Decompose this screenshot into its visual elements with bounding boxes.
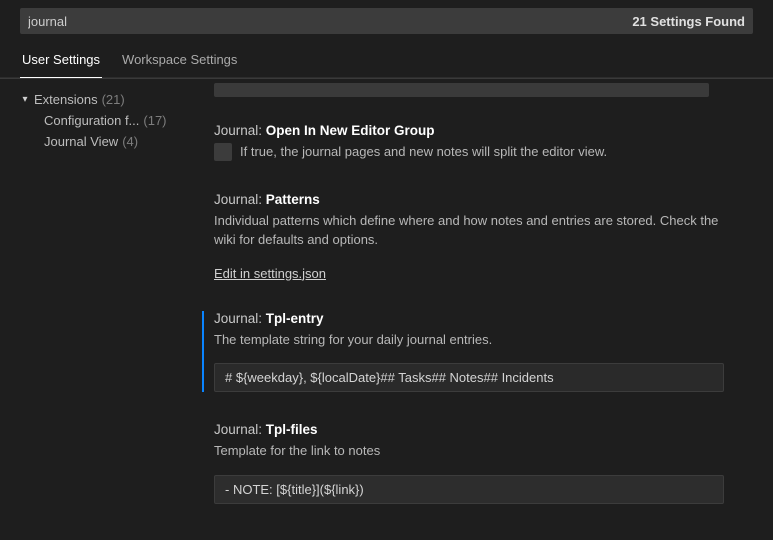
partial-setting-stub — [214, 83, 709, 97]
settings-editor: 21 Settings Found User Settings Workspac… — [0, 8, 773, 529]
setting-description: The template string for your daily journ… — [214, 330, 743, 350]
setting-scope: Journal: — [214, 192, 262, 207]
setting-tpl-entry: Journal: Tpl-entry The template string f… — [202, 311, 743, 393]
tree-item-count: (4) — [122, 134, 138, 149]
tab-workspace-settings[interactable]: Workspace Settings — [120, 44, 239, 77]
settings-tabs: User Settings Workspace Settings — [0, 44, 773, 78]
tree-item-configuration[interactable]: Configuration f... (17) — [20, 110, 194, 131]
setting-title: Journal: Tpl-files — [214, 422, 743, 437]
setting-text-input[interactable] — [214, 363, 724, 392]
tab-user-settings[interactable]: User Settings — [20, 44, 102, 77]
setting-open-in-new-group: Journal: Open In New Editor Group If tru… — [210, 123, 743, 162]
setting-scope: Journal: — [214, 422, 262, 437]
setting-name: Tpl-entry — [266, 311, 324, 326]
tree-item-journal-view[interactable]: Journal View (4) — [20, 131, 194, 152]
chevron-down-icon: ▾ — [20, 94, 30, 105]
setting-title: Journal: Patterns — [214, 192, 743, 207]
setting-patterns: Journal: Patterns Individual patterns wh… — [210, 192, 743, 281]
setting-title: Journal: Tpl-entry — [214, 311, 743, 326]
settings-tree: ▾ Extensions (21) Configuration f... (17… — [0, 79, 200, 529]
setting-name: Patterns — [266, 192, 320, 207]
tree-item-label: Extensions — [34, 92, 98, 107]
setting-checkbox[interactable] — [214, 143, 232, 161]
setting-scope: Journal: — [214, 311, 262, 326]
settings-search-bar: 21 Settings Found — [20, 8, 753, 34]
setting-tpl-files: Journal: Tpl-files Template for the link… — [210, 422, 743, 504]
tree-item-extensions[interactable]: ▾ Extensions (21) — [20, 89, 194, 110]
settings-search-input[interactable] — [28, 14, 624, 29]
setting-scope: Journal: — [214, 123, 262, 138]
settings-list: Journal: Open In New Editor Group If tru… — [200, 79, 773, 529]
setting-description: Individual patterns which define where a… — [214, 211, 743, 250]
setting-name: Open In New Editor Group — [266, 123, 435, 138]
tree-item-label: Journal View — [44, 134, 118, 149]
setting-name: Tpl-files — [266, 422, 318, 437]
tree-item-count: (17) — [143, 113, 166, 128]
setting-description: Template for the link to notes — [214, 441, 743, 461]
setting-title: Journal: Open In New Editor Group — [214, 123, 743, 138]
tree-item-count: (21) — [102, 92, 125, 107]
settings-body: ▾ Extensions (21) Configuration f... (17… — [0, 79, 773, 529]
tree-item-label: Configuration f... — [44, 113, 139, 128]
edit-in-settings-json-link[interactable]: Edit in settings.json — [214, 266, 326, 281]
setting-text-input[interactable] — [214, 475, 724, 504]
setting-description: If true, the journal pages and new notes… — [240, 142, 607, 162]
search-results-count: 21 Settings Found — [624, 14, 745, 29]
